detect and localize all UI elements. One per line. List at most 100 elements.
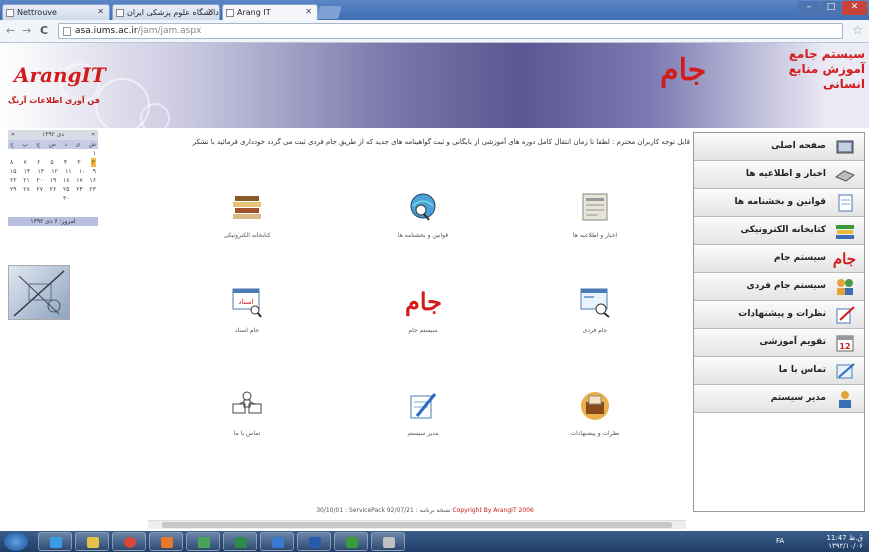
- arangit-logo[interactable]: ArangIT: [14, 63, 106, 87]
- grid-item-documents[interactable]: اسناد جام اسناد: [192, 285, 302, 334]
- page-icon: [226, 9, 234, 17]
- prev-month-button[interactable]: «: [91, 130, 95, 140]
- menu-item-admin[interactable]: مدیر سیستم: [694, 385, 864, 413]
- browser-tab[interactable]: Nettrouve ✕: [2, 4, 110, 20]
- taskbar-excel[interactable]: [223, 532, 257, 551]
- menu-item-library[interactable]: کتابخانه الکترونیکی: [694, 217, 864, 245]
- next-month-button[interactable]: »: [11, 130, 15, 140]
- menu-item-contact[interactable]: تماس با ما: [694, 357, 864, 385]
- calendar-day[interactable]: ۷: [23, 158, 26, 167]
- calendar-day[interactable]: ۳۰: [63, 194, 69, 203]
- grid-item-jam-system[interactable]: جام سیستم جام: [368, 285, 478, 334]
- close-tab-icon[interactable]: ✕: [97, 7, 104, 16]
- calendar-day[interactable]: ۲۳: [90, 185, 96, 194]
- grid-item-library[interactable]: کتابخانه الکترونیکی: [192, 190, 302, 239]
- calendar-day[interactable]: ۱۸: [63, 176, 69, 185]
- calendar-day[interactable]: ۲۶: [50, 185, 56, 194]
- taskbar-app[interactable]: [186, 532, 220, 551]
- calendar-day[interactable]: ۱۳: [38, 167, 44, 176]
- calendar-day[interactable]: ۱۹: [50, 176, 56, 185]
- calendar-day[interactable]: ۱: [93, 149, 96, 158]
- taskbar-word[interactable]: [297, 532, 331, 551]
- horizontal-scrollbar[interactable]: [148, 520, 686, 529]
- calendar-day[interactable]: ۴: [64, 158, 67, 167]
- calendar-day[interactable]: ۱۰: [79, 167, 85, 176]
- new-tab-button[interactable]: [316, 6, 342, 19]
- calendar-day[interactable]: ۲۲: [10, 176, 16, 185]
- calendar-day[interactable]: ۶: [37, 158, 40, 167]
- maximize-button[interactable]: □: [821, 1, 841, 15]
- close-tab-icon[interactable]: ✕: [207, 7, 214, 16]
- grid-item-label: قوانین و بخشنامه ها: [397, 232, 449, 239]
- calendar-day[interactable]: ۹: [93, 167, 96, 176]
- system-clock[interactable]: 11:47 ق.ظ ۱۳۹۲/۱۰/۰۶: [826, 534, 863, 550]
- menu-item-label: تماس با ما: [778, 365, 826, 375]
- calendar-day-today[interactable]: ۲: [90, 158, 96, 167]
- news-icon: [834, 165, 856, 185]
- calendar-day[interactable]: ۲۰: [37, 176, 43, 185]
- taskbar-explorer[interactable]: [75, 532, 109, 551]
- calendar-week: ۸ ۷ ۶ ۵ ۴ ۳ ۲: [8, 158, 98, 167]
- copyright-link[interactable]: Copyright By ArangIT 2006: [453, 507, 534, 514]
- windows-taskbar: FA 11:47 ق.ظ ۱۳۹۲/۱۰/۰۶: [0, 531, 869, 552]
- grid-item-laws[interactable]: قوانین و بخشنامه ها: [368, 190, 478, 239]
- taskbar-excel2[interactable]: [334, 532, 368, 551]
- calendar-day[interactable]: ۲۴: [76, 185, 82, 194]
- weekday: س: [48, 141, 56, 148]
- close-tab-icon[interactable]: ✕: [305, 7, 312, 16]
- back-arrow-icon[interactable]: ←: [6, 24, 15, 37]
- calendar-day[interactable]: ۱۵: [10, 167, 16, 176]
- menu-item-news[interactable]: اخبار و اطلاعیه ها: [694, 161, 864, 189]
- calendar-day[interactable]: ۵: [50, 158, 53, 167]
- grid-item-personal-jam[interactable]: جام فردی: [540, 285, 650, 334]
- menu-item-laws[interactable]: قوانین و بخشنامه ها: [694, 189, 864, 217]
- site-banner: ArangIT فن آوری اطلاعات آرنگ جام سیستم ج…: [0, 43, 869, 133]
- calendar-day[interactable]: ۱۶: [90, 176, 96, 185]
- calendar-day[interactable]: ۸: [10, 158, 13, 167]
- browser-tab[interactable]: دانشگاه علوم پزشکی ایران ✕: [112, 4, 220, 20]
- menu-item-jam-system[interactable]: جام سیستم جام: [694, 245, 864, 273]
- grid-item-feedback[interactable]: نظرات و پیشنهادات: [540, 388, 650, 437]
- calendar-day[interactable]: ۳: [77, 158, 80, 167]
- url-input[interactable]: asa.iums.ac.ir/jam/jam.aspx: [58, 23, 843, 39]
- menu-item-home[interactable]: صفحه اصلی: [694, 133, 864, 161]
- menu-item-calendar[interactable]: 12 تقویم آموزشی: [694, 329, 864, 357]
- calendar-day[interactable]: ۲۹: [10, 185, 16, 194]
- browser-tab-active[interactable]: Arang IT ✕: [222, 4, 318, 20]
- taskbar-network[interactable]: [260, 532, 294, 551]
- grid-item-label: نظرات و پیشنهادات: [570, 430, 620, 437]
- weekday: د: [64, 141, 68, 148]
- tab-title: دانشگاه علوم پزشکی ایران: [127, 8, 219, 17]
- forward-arrow-icon[interactable]: →: [22, 24, 31, 37]
- menu-item-personal-jam[interactable]: سیستم جام فردی: [694, 273, 864, 301]
- taskbar-paint[interactable]: [371, 532, 405, 551]
- calendar-day[interactable]: ۱۷: [76, 176, 82, 185]
- taskbar-chrome[interactable]: [112, 532, 146, 551]
- calendar-day[interactable]: ۲۵: [63, 185, 69, 194]
- calendar-day[interactable]: ۱۲: [51, 167, 57, 176]
- calendar-day[interactable]: ۲۱: [23, 176, 29, 185]
- newspaper-icon: [577, 190, 613, 224]
- menu-item-label: نظرات و پیشنهادات: [738, 309, 826, 319]
- tab-title: Nettrouve: [17, 8, 57, 17]
- ie-icon: [50, 537, 62, 548]
- calendar-day[interactable]: ۱۱: [65, 167, 71, 176]
- grid-item-admin[interactable]: مدیر سیستم: [368, 388, 478, 437]
- taskbar-ie[interactable]: [38, 532, 72, 551]
- language-indicator[interactable]: FA: [776, 537, 784, 545]
- grid-item-contact[interactable]: تماس با ما: [192, 388, 302, 437]
- weekday: پ: [22, 141, 28, 148]
- close-window-button[interactable]: ✕: [842, 1, 867, 15]
- grid-item-news[interactable]: اخبار و اطلاعیه ها: [540, 190, 650, 239]
- calendar-day[interactable]: ۲۸: [23, 185, 29, 194]
- books-icon: [834, 221, 856, 241]
- menu-item-feedback[interactable]: نظرات و پیشنهادات: [694, 301, 864, 329]
- start-button[interactable]: [4, 532, 28, 551]
- calendar-day[interactable]: ۲۷: [37, 185, 43, 194]
- bookmark-star-icon[interactable]: ☆: [852, 23, 863, 37]
- reload-icon[interactable]: C: [40, 24, 48, 37]
- taskbar-media[interactable]: [149, 532, 183, 551]
- calendar-day[interactable]: ۱۴: [24, 167, 30, 176]
- scrollbar-thumb[interactable]: [162, 522, 672, 528]
- minimize-button[interactable]: –: [798, 1, 820, 15]
